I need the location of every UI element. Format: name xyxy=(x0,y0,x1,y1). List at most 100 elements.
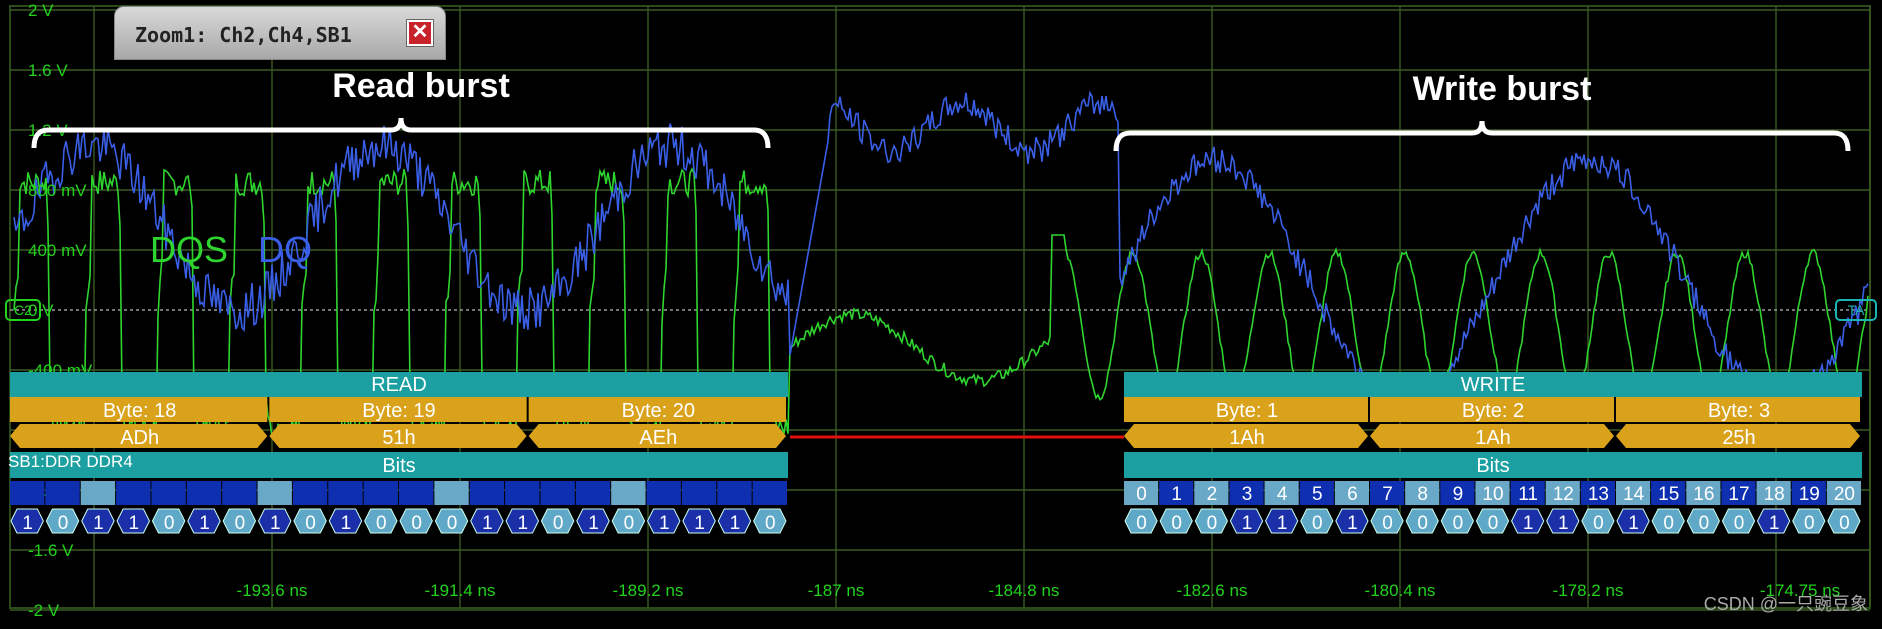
write-bit-value: 0 xyxy=(1382,513,1393,534)
write-bit-index: 9 xyxy=(1453,484,1464,505)
read-bit-index-cell xyxy=(434,481,469,505)
read-bit-index-cell xyxy=(469,481,505,505)
read-bit-index-cell xyxy=(399,481,434,505)
x-tick-label: -184.8 ns xyxy=(989,581,1060,600)
read-bit-index-cell xyxy=(328,481,363,505)
read-bit-index-cell xyxy=(646,481,681,505)
read-bit-value: 0 xyxy=(235,513,246,534)
read-bit-index-cell xyxy=(45,481,80,505)
write-bit-index: 12 xyxy=(1553,484,1574,505)
read-bit-value: 1 xyxy=(659,513,670,534)
read-bit-index-cell xyxy=(186,481,222,505)
write-bit-value: 1 xyxy=(1347,513,1358,534)
read-byte-label: Byte: 20 xyxy=(622,400,695,422)
read-bit-value: 1 xyxy=(270,513,281,534)
x-tick-label: -180.4 ns xyxy=(1365,581,1436,600)
read-byte-value: 51h xyxy=(382,427,415,449)
x-tick-label: -187 ns xyxy=(808,581,865,600)
waveform-plot: 2 V1.6 V1.2 V800 mV400 mV0 V-400 mV-800 … xyxy=(5,1,1877,620)
read-bit-index-cell xyxy=(752,481,787,505)
zoom-window-title: Zoom1: Ch2,Ch4,SB1 xyxy=(135,23,352,47)
write-bit-value: 0 xyxy=(1663,513,1674,534)
read-bit-value: 0 xyxy=(411,513,422,534)
read-bit-value: 1 xyxy=(517,513,528,534)
write-bit-index: 17 xyxy=(1728,484,1749,505)
x-tick-label: -191.4 ns xyxy=(425,581,496,600)
read-byte-value: ADh xyxy=(120,427,159,449)
write-bit-index: 18 xyxy=(1764,484,1785,505)
read-label: READ xyxy=(371,374,427,396)
read-bit-value: 0 xyxy=(305,513,316,534)
write-bit-value: 0 xyxy=(1171,513,1182,534)
write-bit-value: 1 xyxy=(1523,513,1534,534)
write-byte-value: 25h xyxy=(1722,427,1755,449)
write-byte-label: Byte: 3 xyxy=(1708,400,1770,422)
write-bit-value: 1 xyxy=(1769,513,1780,534)
write-bit-index: 16 xyxy=(1693,484,1714,505)
read-bits-label: Bits xyxy=(382,455,415,477)
write-bit-index: 0 xyxy=(1136,484,1147,505)
read-bit-value: 0 xyxy=(447,513,458,534)
read-bit-value: 1 xyxy=(199,513,210,534)
read-bit-value: 1 xyxy=(22,513,33,534)
write-bit-value: 0 xyxy=(1804,513,1815,534)
write-bit-index: 13 xyxy=(1588,484,1609,505)
read-bit-index-cell xyxy=(611,481,646,505)
bus-label: SB1:DDR DDR4 xyxy=(8,452,133,471)
read-byte-label: Byte: 19 xyxy=(362,400,435,422)
write-byte-value: 1Ah xyxy=(1229,427,1265,449)
write-bit-value: 0 xyxy=(1734,513,1745,534)
y-tick-label: -2 V xyxy=(28,601,60,620)
read-bit-value: 0 xyxy=(765,513,776,534)
write-bit-value: 1 xyxy=(1558,513,1569,534)
read-bit-value: 1 xyxy=(694,513,705,534)
x-tick-label: -193.6 ns xyxy=(237,581,308,600)
oscilloscope-display: 2 V1.6 V1.2 V800 mV400 mV0 V-400 mV-800 … xyxy=(0,0,1882,624)
write-bit-index: 3 xyxy=(1242,484,1253,505)
x-tick-label: -178.2 ns xyxy=(1553,581,1624,600)
y-tick-label: -1.6 V xyxy=(28,541,74,560)
write-bit-index: 7 xyxy=(1382,484,1393,505)
write-label: WRITE xyxy=(1461,374,1525,396)
read-bit-index-cell xyxy=(717,481,752,505)
y-tick-label: 2 V xyxy=(28,1,54,20)
read-bit-value: 1 xyxy=(730,513,741,534)
write-bit-index: 20 xyxy=(1834,484,1855,505)
y-tick-label: 400 mV xyxy=(28,241,87,260)
write-bit-index: 8 xyxy=(1417,484,1428,505)
ta-marker-label: TA xyxy=(1848,302,1866,318)
read-bit-value: 1 xyxy=(588,513,599,534)
write-bit-value: 0 xyxy=(1136,513,1147,534)
read-bit-index-cell xyxy=(505,481,540,505)
read-bit-index-cell xyxy=(363,481,398,505)
write-bit-value: 1 xyxy=(1628,513,1639,534)
read-bit-index-cell xyxy=(116,481,151,505)
read-bit-index-cell xyxy=(575,481,611,505)
write-byte-label: Byte: 1 xyxy=(1216,400,1278,422)
write-bit-value: 0 xyxy=(1488,513,1499,534)
write-bit-index: 10 xyxy=(1482,484,1503,505)
write-bit-index: 1 xyxy=(1171,484,1182,505)
read-bit-index-cell xyxy=(222,481,257,505)
read-bit-value: 0 xyxy=(164,513,175,534)
write-bit-value: 0 xyxy=(1207,513,1218,534)
write-bit-value: 0 xyxy=(1839,513,1850,534)
read-byte-value: AEh xyxy=(639,427,677,449)
y-tick-label: 800 mV xyxy=(28,181,87,200)
write-bit-index: 11 xyxy=(1518,484,1538,505)
write-byte-label: Byte: 2 xyxy=(1462,400,1524,422)
read-bit-value: 0 xyxy=(624,513,635,534)
x-tick-label: -189.2 ns xyxy=(613,581,684,600)
write-bit-index: 6 xyxy=(1347,484,1358,505)
write-bit-value: 0 xyxy=(1312,513,1323,534)
read-bit-index-cell xyxy=(257,481,292,505)
legend-dq: DQ xyxy=(258,229,312,270)
write-bit-index: 14 xyxy=(1623,484,1645,505)
read-bit-value: 0 xyxy=(553,513,564,534)
zoom-window-tab[interactable]: Zoom1: Ch2,Ch4,SB1 ✕ xyxy=(114,6,446,60)
legend-dqs: DQS xyxy=(150,229,228,270)
write-bit-value: 0 xyxy=(1417,513,1428,534)
read-bit-index-cell xyxy=(80,481,116,505)
watermark: CSDN @一只豌豆象 xyxy=(1703,594,1868,614)
close-icon[interactable]: ✕ xyxy=(407,20,433,46)
